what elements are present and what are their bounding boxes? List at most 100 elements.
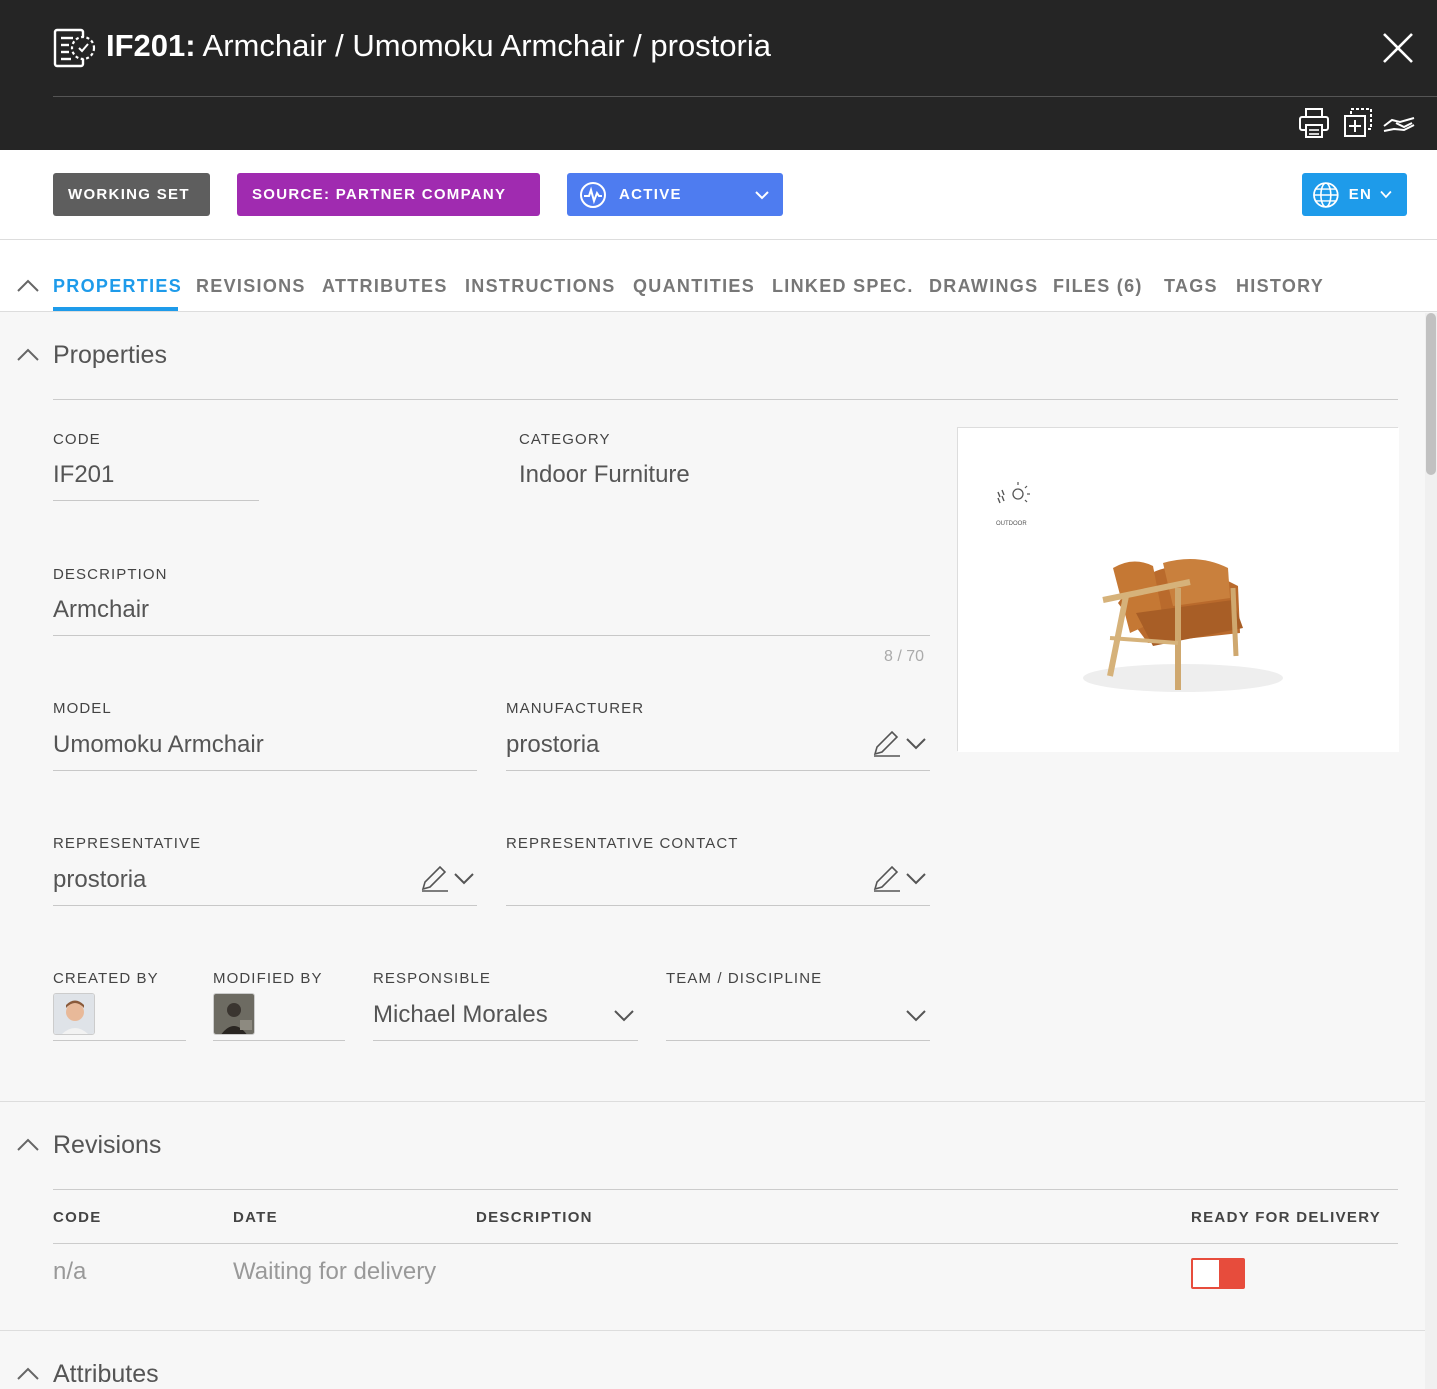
rep-contact-label: REPRESENTATIVE CONTACT xyxy=(506,835,739,852)
team-discipline-label: TEAM / DISCIPLINE xyxy=(666,970,823,987)
collapse-revisions-icon[interactable] xyxy=(16,1137,40,1153)
dialog-header: IF201: Armchair / Umomoku Armchair / pro… xyxy=(0,0,1437,150)
tab-bar: PROPERTIES REVISIONS ATTRIBUTES INSTRUCT… xyxy=(0,240,1437,312)
code-label: CODE xyxy=(53,431,101,448)
source-badge: SOURCE: PARTNER COMPANY xyxy=(237,173,540,216)
model-underline xyxy=(53,770,477,771)
page-title: IF201: Armchair / Umomoku Armchair / pro… xyxy=(106,28,771,64)
pencil-icon xyxy=(873,730,900,757)
manufacturer-label: MANUFACTURER xyxy=(506,700,645,717)
manufacturer-field[interactable]: prostoria xyxy=(506,731,599,759)
chevron-down-icon xyxy=(906,873,926,885)
description-field[interactable]: Armchair xyxy=(53,596,149,624)
description-underline xyxy=(53,635,930,636)
description-char-counter: 8 / 70 xyxy=(884,648,925,665)
column-header-description[interactable]: DESCRIPTION xyxy=(476,1209,593,1226)
manufacturer-underline xyxy=(506,770,930,771)
duplicate-icon[interactable] xyxy=(1342,106,1374,140)
responsible-underline xyxy=(373,1040,638,1041)
document-icon xyxy=(53,28,96,68)
chevron-down-icon xyxy=(755,191,769,200)
avatar xyxy=(53,993,95,1035)
created-by-label: CREATED BY xyxy=(53,970,159,987)
section-divider xyxy=(53,399,1398,400)
ready-for-delivery-toggle[interactable] xyxy=(1191,1258,1245,1289)
tab-attributes[interactable]: ATTRIBUTES xyxy=(322,276,448,297)
status-label: ACTIVE xyxy=(619,186,682,203)
globe-icon xyxy=(1313,181,1339,208)
tab-quantities[interactable]: QUANTITIES xyxy=(633,276,755,297)
tab-drawings[interactable]: DRAWINGS xyxy=(929,276,1038,297)
properties-section-title: Properties xyxy=(53,341,167,369)
chevron-down-icon xyxy=(1380,190,1392,199)
activity-icon xyxy=(580,181,606,208)
status-dropdown[interactable]: ACTIVE xyxy=(567,173,783,216)
header-divider xyxy=(53,96,1437,97)
modifier-avatar-image xyxy=(214,994,254,1034)
section-separator xyxy=(0,1330,1425,1331)
chevron-down-icon[interactable] xyxy=(904,1008,928,1024)
category-value: Indoor Furniture xyxy=(519,461,690,488)
language-dropdown[interactable]: EN xyxy=(1302,173,1407,216)
revision-date-cell: Waiting for delivery xyxy=(233,1258,437,1285)
chevron-down-icon[interactable] xyxy=(612,1008,636,1024)
product-image[interactable]: OUTDOOR xyxy=(957,427,1399,752)
modified-by-label: MODIFIED BY xyxy=(213,970,323,987)
created-by-underline xyxy=(53,1040,186,1041)
chevron-down-icon xyxy=(454,873,474,885)
tab-properties[interactable]: PROPERTIES xyxy=(53,276,182,297)
avatar xyxy=(213,993,255,1035)
model-label: MODEL xyxy=(53,700,112,717)
toggle-knob xyxy=(1193,1260,1219,1287)
tab-tags[interactable]: TAGS xyxy=(1164,276,1218,297)
close-icon[interactable] xyxy=(1380,30,1416,66)
code-field[interactable]: IF201 xyxy=(53,461,114,489)
tab-linked-spec[interactable]: LINKED SPEC. xyxy=(772,276,914,297)
representative-field[interactable]: prostoria xyxy=(53,866,146,894)
column-header-code[interactable]: CODE xyxy=(53,1209,102,1226)
collapse-attributes-icon[interactable] xyxy=(16,1366,40,1382)
code-underline xyxy=(53,500,259,501)
manufacturer-edit-dropdown[interactable] xyxy=(872,728,932,758)
description-label: DESCRIPTION xyxy=(53,566,168,583)
armchair-image: OUTDOOR xyxy=(958,428,1399,752)
rep-contact-underline xyxy=(506,905,930,906)
working-set-badge: WORKING SET xyxy=(53,173,210,216)
column-header-date[interactable]: DATE xyxy=(233,1209,278,1226)
item-code: IF201: xyxy=(106,28,196,63)
team-discipline-underline xyxy=(666,1040,930,1041)
representative-underline xyxy=(53,905,477,906)
model-field[interactable]: Umomoku Armchair xyxy=(53,731,264,759)
tab-files[interactable]: FILES (6) xyxy=(1053,276,1143,297)
responsible-dropdown[interactable]: Michael Morales xyxy=(373,1001,548,1029)
outdoor-badge-text: OUTDOOR xyxy=(996,521,1027,527)
scrollbar-thumb[interactable] xyxy=(1426,313,1436,475)
representative-label: REPRESENTATIVE xyxy=(53,835,202,852)
tab-history[interactable]: HISTORY xyxy=(1236,276,1324,297)
scrollbar[interactable] xyxy=(1425,313,1437,1389)
revisions-section-title: Revisions xyxy=(53,1131,162,1159)
representative-edit-dropdown[interactable] xyxy=(420,863,480,893)
section-divider xyxy=(53,1189,1398,1190)
attributes-section-title: Attributes xyxy=(53,1360,159,1388)
creator-avatar-image xyxy=(54,994,94,1034)
collapse-all-icon[interactable] xyxy=(16,278,40,294)
responsible-label: RESPONSIBLE xyxy=(373,970,491,987)
tab-revisions[interactable]: REVISIONS xyxy=(196,276,306,297)
revision-code-cell: n/a xyxy=(53,1258,87,1285)
column-header-ready[interactable]: READY FOR DELIVERY xyxy=(1191,1209,1381,1226)
collapse-properties-icon[interactable] xyxy=(16,347,40,363)
chevron-down-icon xyxy=(906,738,926,750)
tab-instructions[interactable]: INSTRUCTIONS xyxy=(465,276,616,297)
section-separator xyxy=(0,1101,1425,1102)
modified-by-underline xyxy=(213,1040,345,1041)
active-tab-indicator xyxy=(53,307,178,311)
handshake-icon[interactable] xyxy=(1382,106,1416,140)
pencil-icon xyxy=(421,865,448,892)
item-path: Armchair / Umomoku Armchair / prostoria xyxy=(195,28,772,63)
print-icon[interactable] xyxy=(1298,106,1330,140)
status-bar: WORKING SET SOURCE: PARTNER COMPANY ACTI… xyxy=(0,150,1437,240)
language-label: EN xyxy=(1348,186,1373,203)
rep-contact-edit-dropdown[interactable] xyxy=(872,863,932,893)
table-header-divider xyxy=(53,1243,1398,1244)
